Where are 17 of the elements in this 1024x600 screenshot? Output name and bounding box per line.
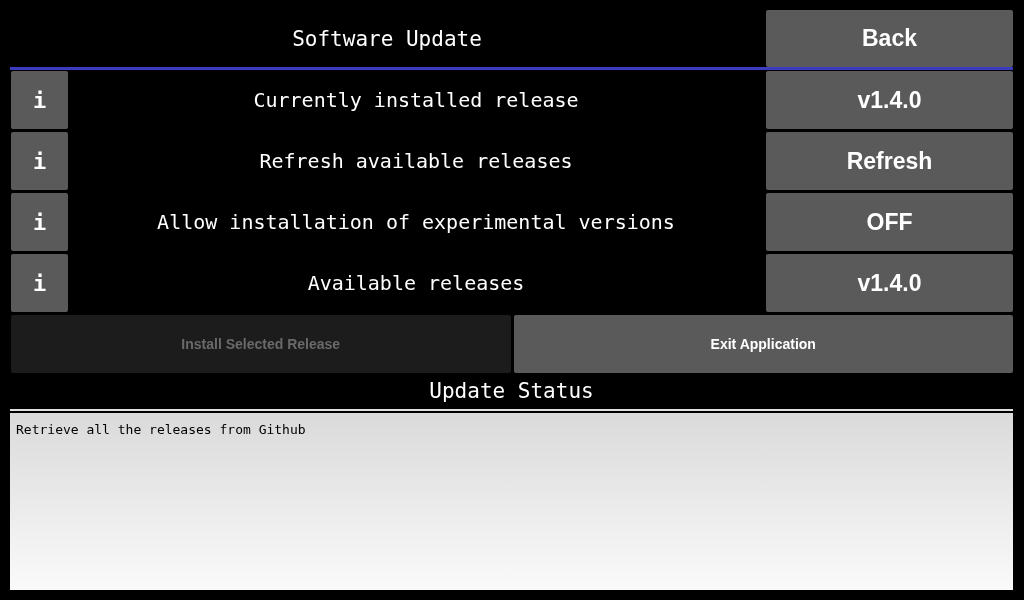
setting-button[interactable]: Refresh <box>766 132 1013 190</box>
screen-title: Software Update <box>291 25 483 53</box>
status-log: Retrieve all the releases from Github <box>10 413 1013 590</box>
back-button[interactable]: Back <box>766 10 1013 67</box>
setting-label: Refresh available releases <box>258 148 574 175</box>
setting-label: Allow installation of experimental versions <box>156 209 676 236</box>
action-button[interactable]: Exit Application <box>513 315 1013 373</box>
setting-button[interactable]: OFF <box>766 193 1013 251</box>
info-button[interactable]: i <box>11 193 68 251</box>
setting-label: Available releases <box>306 270 526 297</box>
status-title: Update Status <box>10 373 1013 411</box>
setting-button[interactable]: v1.4.0 <box>766 71 1013 129</box>
info-button[interactable]: i <box>11 132 68 190</box>
info-button[interactable]: i <box>11 254 68 312</box>
info-button[interactable]: i <box>11 71 68 129</box>
setting-label: Currently installed release <box>252 87 580 114</box>
setting-button[interactable]: v1.4.0 <box>766 254 1013 312</box>
